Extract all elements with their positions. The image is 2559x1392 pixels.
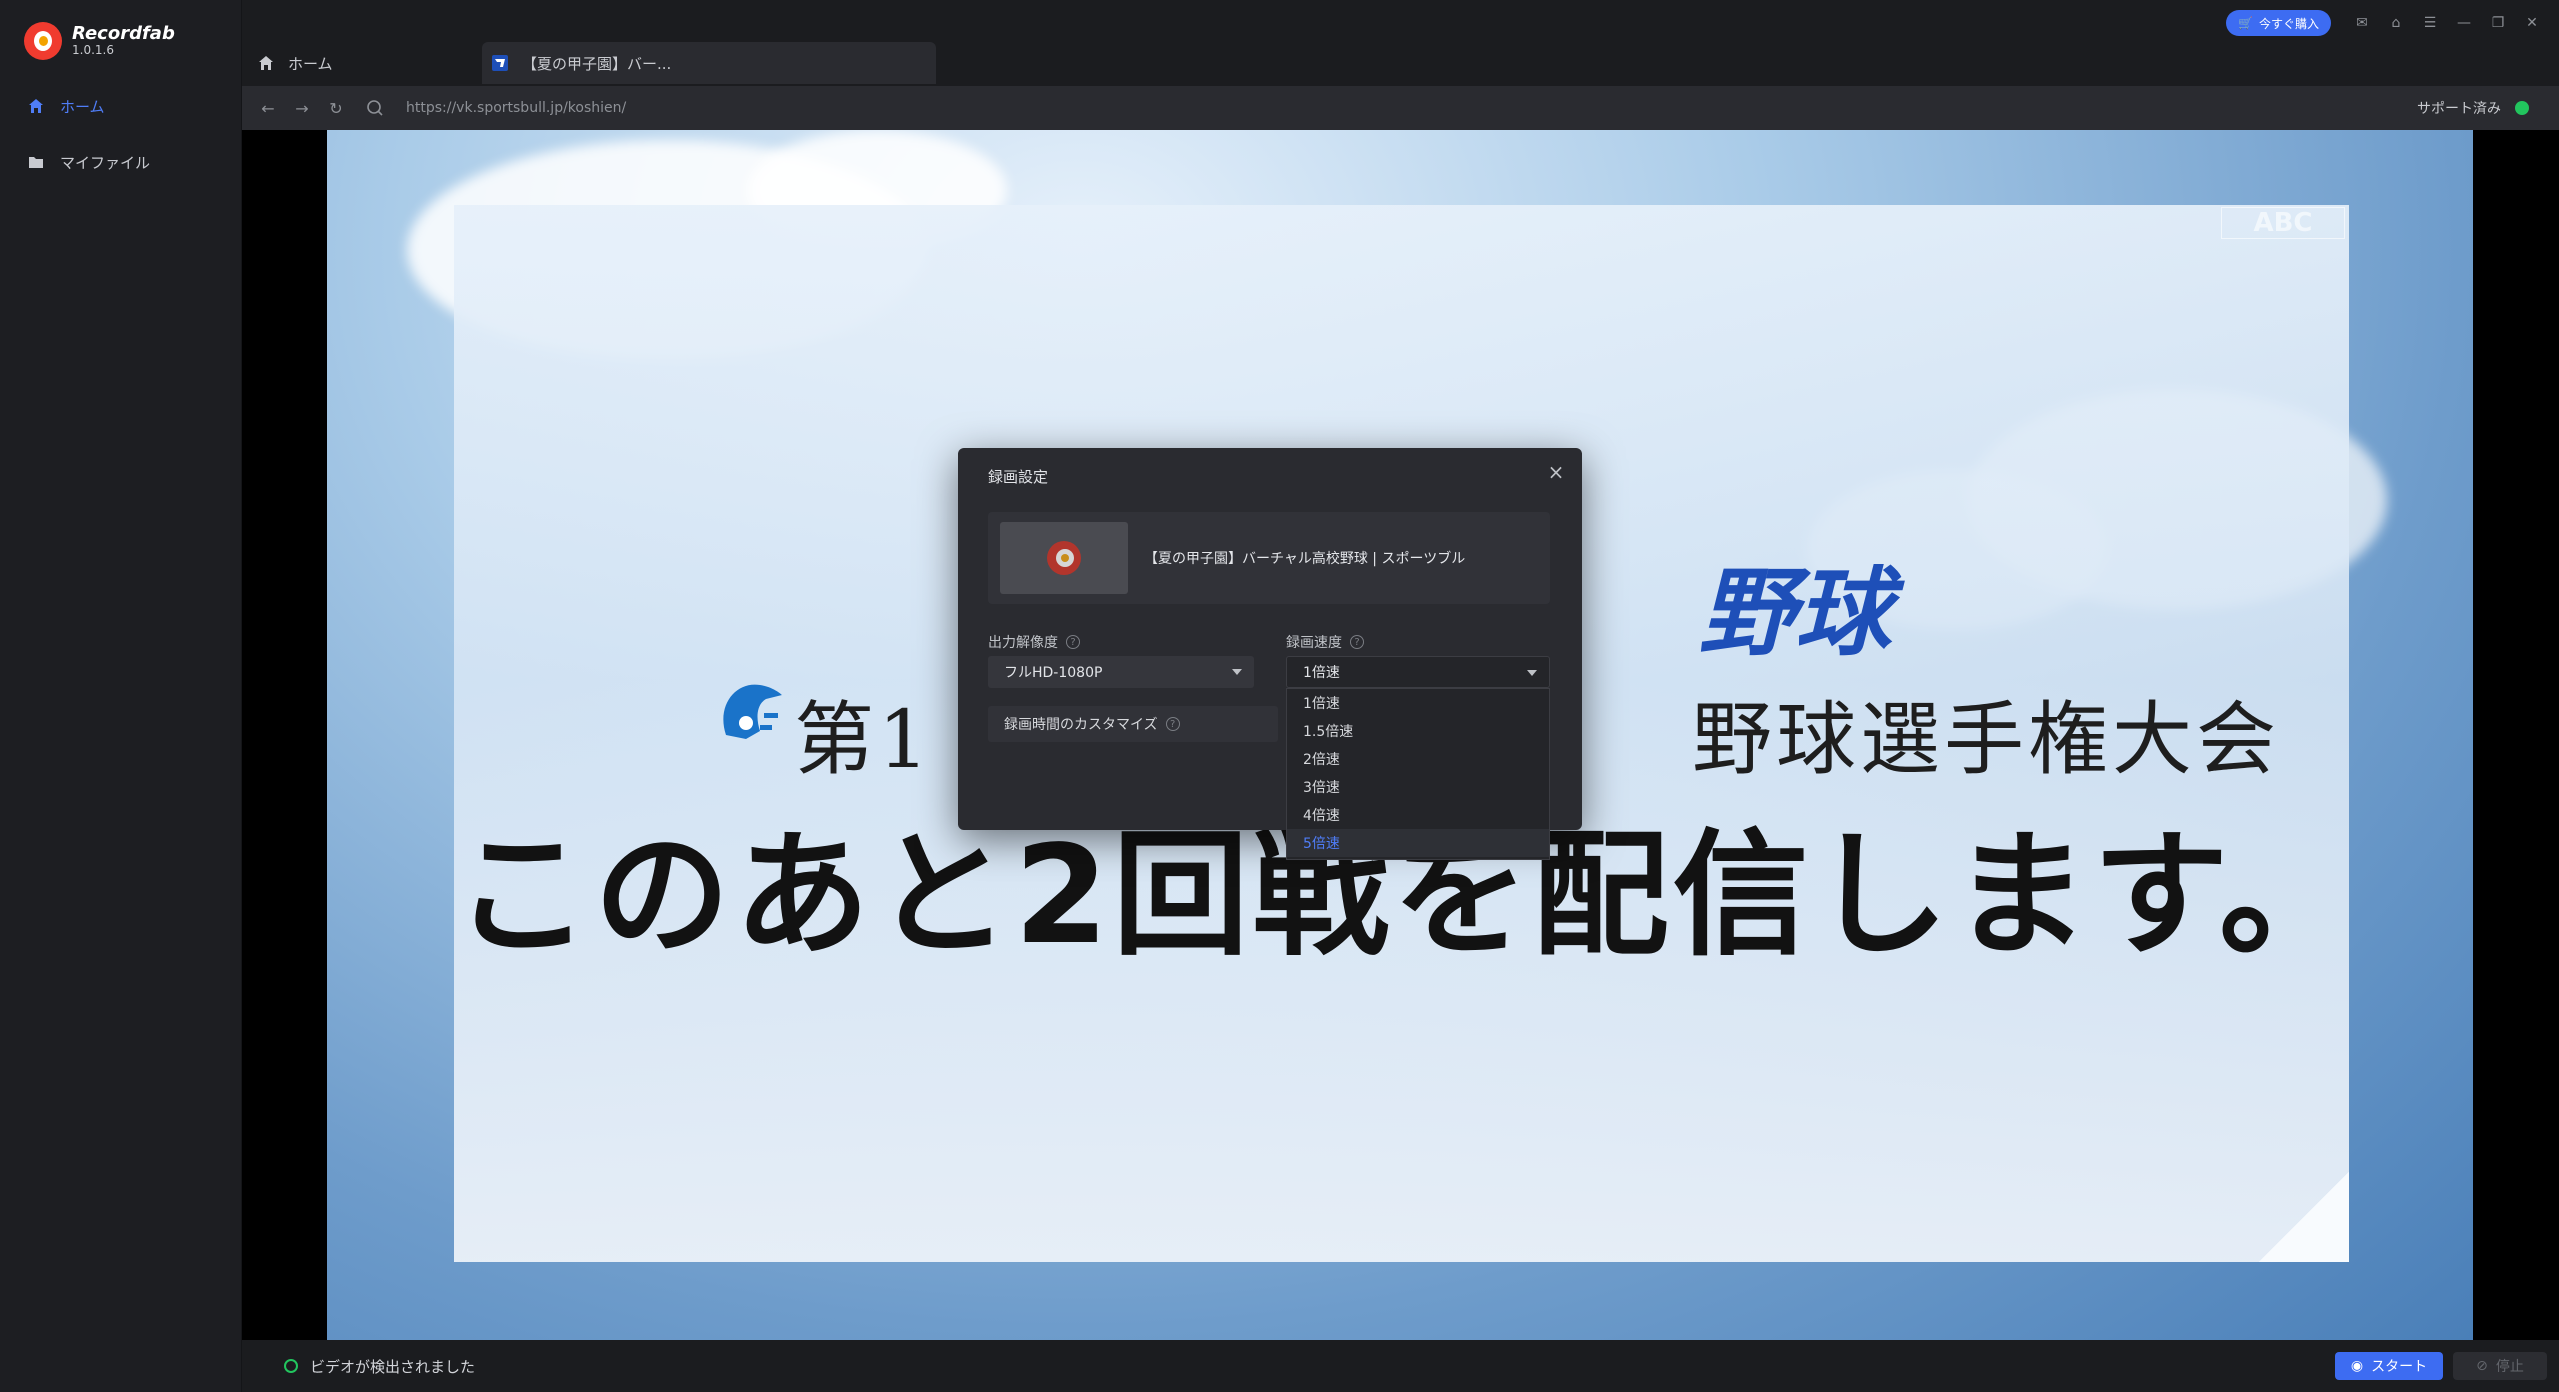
- banner-title-left: 第1: [794, 693, 933, 786]
- speed-option[interactable]: 1倍速: [1287, 689, 1549, 717]
- start-button[interactable]: ◉ スタート: [2335, 1352, 2443, 1380]
- speed-option[interactable]: 4倍速: [1287, 801, 1549, 829]
- folder-icon: [29, 157, 43, 168]
- support-text: サポート済み: [2417, 101, 2501, 117]
- custom-recording-time-toggle[interactable]: 録画時間のカスタマイズ ?: [988, 706, 1278, 742]
- tab-label: 【夏の甲子園】バー...: [522, 54, 672, 73]
- window-controls: 🛒 今すぐ購入 ✉ ⌂ ☰ — ❐ ✕: [2226, 10, 2549, 36]
- speed-option[interactable]: 3倍速: [1287, 773, 1549, 801]
- recordfab-logo-icon: [1047, 541, 1081, 575]
- stop-button[interactable]: ⊘ 停止: [2453, 1352, 2547, 1380]
- check-circle-icon: [284, 1359, 298, 1373]
- sidebar-item-label: ホーム: [60, 97, 105, 116]
- dialog-title: 録画設定: [988, 468, 1049, 486]
- sidebar-item-home[interactable]: ホーム: [0, 86, 242, 126]
- app-name: Recordfab: [72, 22, 175, 44]
- sidebar-item-label: マイファイル: [60, 153, 151, 172]
- support-status: サポート済み: [2417, 86, 2529, 130]
- dialog-close-icon[interactable]: ×: [1544, 460, 1568, 484]
- sidebar-item-my-files[interactable]: マイファイル: [0, 142, 242, 182]
- page-curl: [2259, 1172, 2349, 1262]
- tab-label: ホーム: [288, 54, 333, 73]
- record-icon: ◉: [2350, 1358, 2364, 1374]
- help-icon[interactable]: ?: [1350, 635, 1364, 649]
- store-icon[interactable]: ⌂: [2379, 10, 2413, 36]
- speed-option[interactable]: 1.5倍速: [1287, 717, 1549, 745]
- address-bar: ← → ↻ https://vk.sportsbull.jp/koshien/ …: [242, 86, 2559, 130]
- helmet-logo-icon: [723, 684, 782, 739]
- home-icon: [29, 99, 43, 113]
- speed-option-highlighted[interactable]: 5倍速: [1287, 829, 1549, 857]
- search-icon: [367, 100, 383, 116]
- resolution-label: 出力解像度 ?: [988, 632, 1080, 652]
- back-icon[interactable]: ←: [252, 92, 284, 124]
- recordfab-logo-icon: [24, 22, 62, 60]
- speed-option[interactable]: 2倍速: [1287, 745, 1549, 773]
- banner-title-right: 野球選手権大会: [1692, 693, 2280, 786]
- help-icon[interactable]: ?: [1066, 635, 1080, 649]
- video-info-card: 【夏の甲子園】バーチャル高校野球 | スポーツブル: [988, 512, 1550, 604]
- chevron-down-icon: [1527, 670, 1537, 676]
- mail-icon[interactable]: ✉: [2345, 10, 2379, 36]
- resolution-select[interactable]: フルHD-1080P: [988, 656, 1254, 688]
- stop-icon: ⊘: [2476, 1358, 2488, 1374]
- app-window: Recordfab 1.0.1.6 ホーム マイファイル ホーム 【夏の甲子園】…: [0, 0, 2559, 1392]
- buy-now-button[interactable]: 🛒 今すぐ購入: [2226, 10, 2331, 36]
- status-message: ビデオが検出されました: [310, 1357, 476, 1376]
- app-version: 1.0.1.6: [72, 43, 114, 58]
- status-bar: ビデオが検出されました ◉ スタート ⊘ 停止: [242, 1340, 2559, 1392]
- minimize-icon[interactable]: —: [2447, 10, 2481, 36]
- app-logo: Recordfab 1.0.1.6: [24, 22, 175, 60]
- sidebar: Recordfab 1.0.1.6 ホーム マイファイル: [0, 0, 242, 1392]
- close-icon[interactable]: ✕: [2515, 10, 2549, 36]
- tab-home[interactable]: ホーム: [242, 42, 478, 84]
- speed-dropdown-menu: 1倍速 1.5倍速 2倍速 3倍速 4倍速 5倍速: [1286, 688, 1550, 860]
- speed-label: 録画速度 ?: [1286, 632, 1364, 652]
- menu-icon[interactable]: ☰: [2413, 10, 2447, 36]
- cart-icon: 🛒: [2238, 16, 2253, 30]
- video-title: 【夏の甲子園】バーチャル高校野球 | スポーツブル: [1144, 551, 1466, 567]
- speed-select[interactable]: 1倍速: [1286, 656, 1550, 688]
- help-icon[interactable]: ?: [1165, 717, 1180, 731]
- support-status-dot-icon: [2515, 101, 2529, 115]
- site-favicon-icon: [492, 55, 508, 71]
- top-bar: ホーム 【夏の甲子園】バー... 🛒 今すぐ購入 ✉ ⌂ ☰ — ❐ ✕ ← →…: [242, 0, 2559, 130]
- reload-icon[interactable]: ↻: [320, 92, 352, 124]
- channel-watermark: ABC: [2221, 207, 2345, 239]
- forward-icon[interactable]: →: [286, 92, 318, 124]
- restore-icon[interactable]: ❐: [2481, 10, 2515, 36]
- home-icon: [259, 56, 273, 70]
- tab-sportsbull[interactable]: 【夏の甲子園】バー...: [482, 42, 936, 84]
- video-thumbnail: [1000, 522, 1128, 594]
- url-input[interactable]: https://vk.sportsbull.jp/koshien/: [406, 100, 626, 116]
- banner-brand-text: 野球: [1699, 557, 1891, 669]
- chevron-down-icon: [1232, 669, 1242, 675]
